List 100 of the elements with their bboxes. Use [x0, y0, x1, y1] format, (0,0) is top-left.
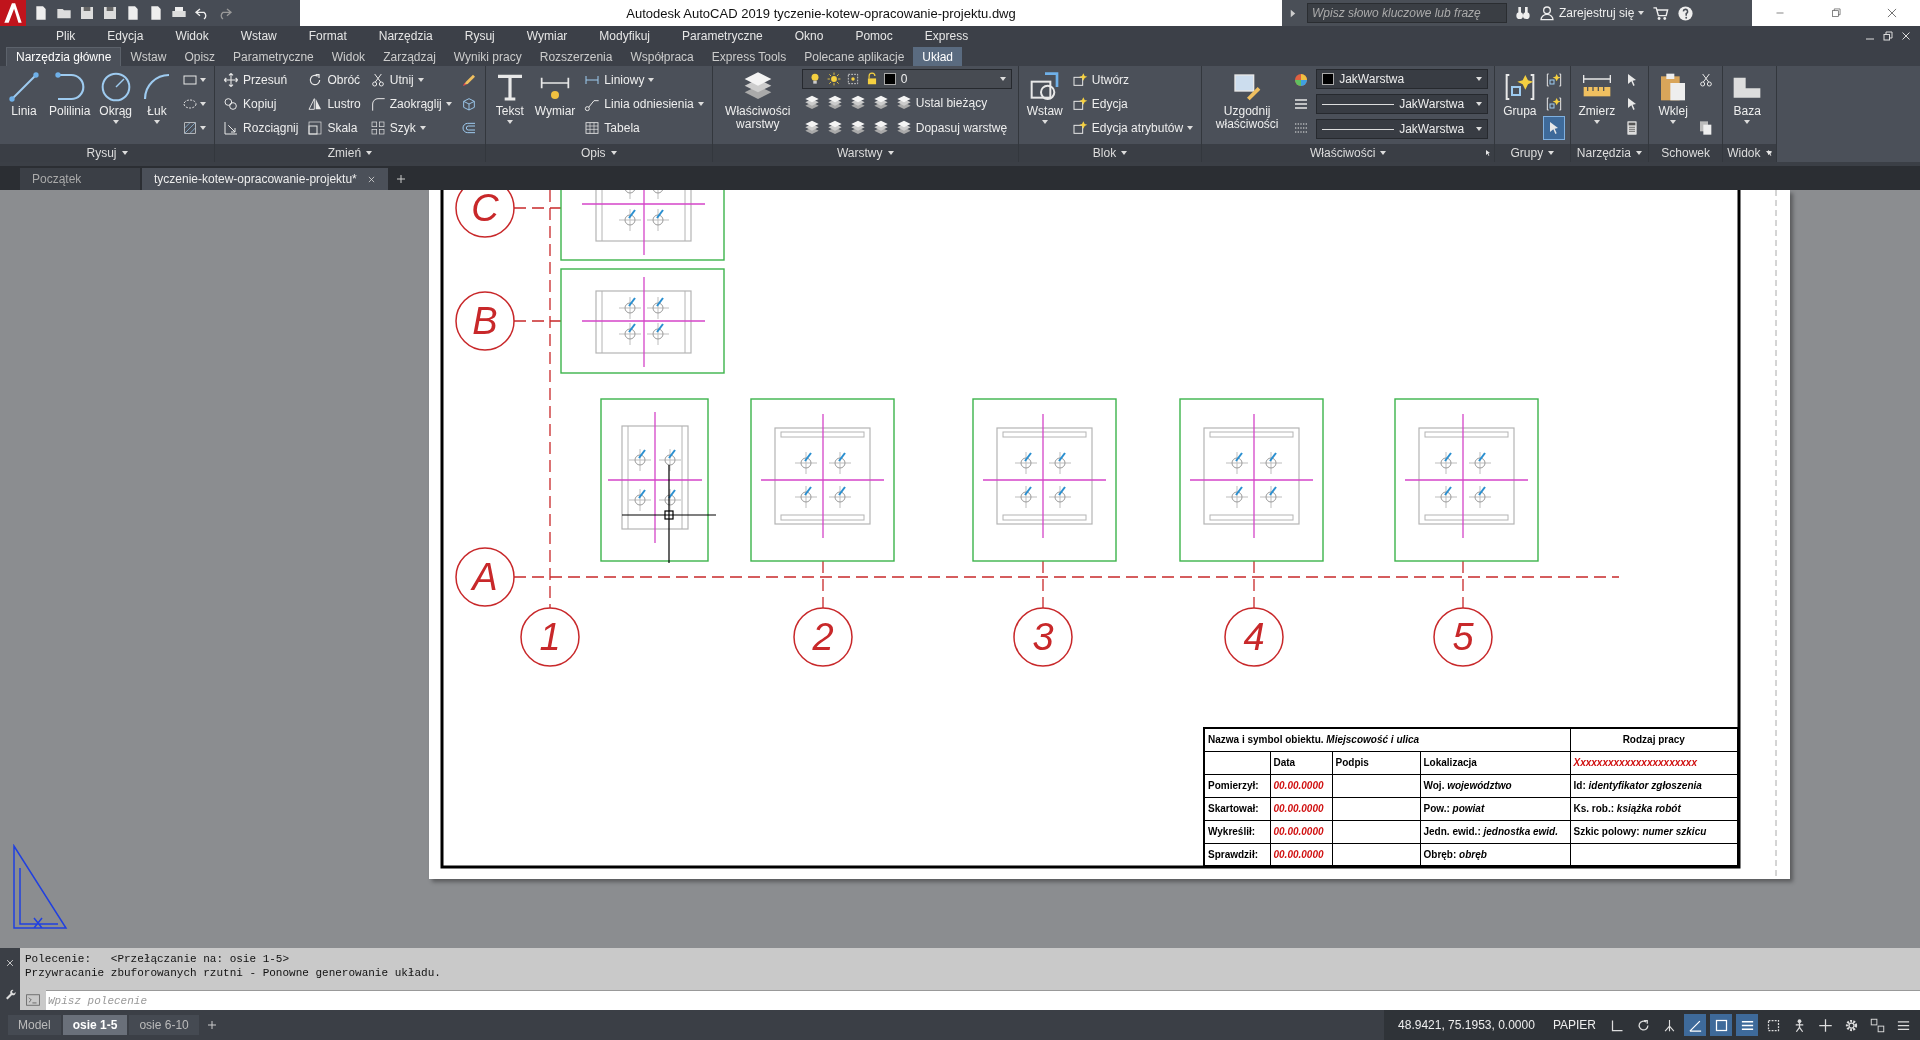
ribbon-button[interactable]: Edycja: [1069, 93, 1196, 115]
ribbon-tab[interactable]: Układ: [913, 47, 963, 66]
circle-icon: [99, 71, 132, 103]
document-tab[interactable]: tyczenie-kotew-opracowanie-projektu*: [142, 168, 388, 190]
ribbon-button[interactable]: Skala: [305, 117, 363, 139]
close-icon[interactable]: [366, 174, 376, 184]
ribbon-tab[interactable]: Parametryczne: [224, 47, 323, 66]
panel-title-button[interactable]: Zmień: [323, 146, 377, 160]
help-icon[interactable]: [1677, 4, 1695, 22]
status-toggle-button[interactable]: [1736, 1014, 1758, 1036]
wrench-icon[interactable]: [4, 988, 16, 1000]
menu-item[interactable]: Wymiar: [510, 29, 584, 43]
close-icon[interactable]: [1900, 30, 1912, 42]
ribbon-button[interactable]: Linia odniesienia: [582, 93, 706, 115]
search-field[interactable]: Wpisz słowo kluczowe lub frazę: [1307, 3, 1507, 23]
ribbon-tab[interactable]: Polecane aplikacje: [795, 47, 914, 66]
prompt-icon[interactable]: [26, 993, 40, 1007]
table-cell: Wykreślił:: [1204, 820, 1270, 843]
ribbon-button[interactable]: Ustal bieżący: [893, 92, 990, 114]
menu-item[interactable]: Format: [292, 29, 363, 43]
ribbon-button[interactable]: Wymiar: [532, 69, 578, 118]
menu-item[interactable]: Pomoc: [839, 29, 909, 43]
page-icon[interactable]: [125, 5, 141, 21]
menu-item[interactable]: Edycja: [91, 29, 160, 43]
ribbon-button[interactable]: Właściwości warstwy: [718, 69, 797, 131]
menu-item[interactable]: Okno: [778, 29, 840, 43]
sign-in-button[interactable]: Zarejestruj się: [1539, 5, 1645, 21]
menu-item[interactable]: Rysuj: [448, 29, 511, 43]
ribbon-button[interactable]: Zmierz: [1576, 69, 1618, 124]
panel-title-button[interactable]: Właściwości: [1306, 146, 1391, 160]
status-toggle-button[interactable]: [1684, 1014, 1706, 1036]
space-toggle-button[interactable]: PAPIER: [1546, 1018, 1602, 1032]
cart-icon[interactable]: [1652, 4, 1670, 22]
ribbon-button[interactable]: Utwórz: [1069, 69, 1196, 91]
menu-item[interactable]: Widok: [159, 29, 225, 43]
ribbon-tab[interactable]: Opisz: [175, 47, 225, 66]
panel-title-button[interactable]: Blok: [1088, 146, 1132, 160]
ribbon-tab[interactable]: Rozszerzenia: [530, 47, 622, 66]
ribbon-tab[interactable]: Widok: [322, 47, 375, 66]
menu-item[interactable]: Express: [908, 29, 985, 43]
ribbon-button[interactable]: Szyk: [367, 117, 454, 139]
ribbon-icon-button[interactable]: [1543, 117, 1564, 139]
ribbon-button[interactable]: Polilinia: [47, 69, 93, 118]
ribbon-button[interactable]: Dopasuj warstwę: [893, 117, 1010, 139]
restore-icon[interactable]: [1882, 30, 1894, 42]
command-input-field[interactable]: Wpisz polecenie: [46, 990, 1920, 1010]
ribbon-button[interactable]: Rozciągnij: [221, 117, 301, 139]
ribbon-button[interactable]: Okrąg: [97, 69, 135, 124]
ribbon-button[interactable]: Liniowy: [582, 69, 706, 91]
panel-title-button[interactable]: Schowek: [1657, 146, 1715, 160]
ribbon-button[interactable]: Obróć: [305, 69, 363, 91]
ribbon-tab[interactable]: Współpraca: [621, 47, 703, 66]
ribbon-button[interactable]: Utnij: [367, 69, 454, 91]
panel-title-button[interactable]: Narzędzia: [1572, 146, 1646, 160]
binoculars-icon[interactable]: [1515, 5, 1531, 21]
ribbon-tab[interactable]: Express Tools: [702, 47, 796, 66]
menu-item[interactable]: Plik: [40, 29, 92, 43]
panel-title-button[interactable]: Warstwy: [833, 146, 898, 160]
dialog-launcher-icon[interactable]: [1765, 149, 1774, 157]
color-dropdown[interactable]: JakWarstwa: [1316, 69, 1489, 89]
ribbon-button[interactable]: Grupa: [1501, 69, 1539, 118]
ribbon-button[interactable]: Zaokrąglij: [367, 93, 454, 115]
panel-title-button[interactable]: Grupy: [1506, 146, 1559, 160]
ribbon-button[interactable]: Baza: [1729, 69, 1766, 124]
caret-icon: [1121, 151, 1128, 155]
ribbon-tab[interactable]: Wyniki pracy: [444, 47, 531, 66]
menu-item[interactable]: Parametryczne: [666, 29, 779, 43]
page-icon[interactable]: [33, 5, 49, 21]
layout-tab[interactable]: Model: [8, 1015, 61, 1035]
app-logo-icon[interactable]: [0, 0, 26, 26]
coordinates-readout: 48.9421, 75.1953, 0.0000: [1397, 1018, 1536, 1032]
line-dropdown[interactable]: JakWarstwa: [1316, 94, 1489, 114]
ribbon-button[interactable]: Przesuń: [221, 69, 301, 91]
ribbon-button[interactable]: Lustro: [305, 93, 363, 115]
ribbon-tab[interactable]: Wstaw: [121, 47, 176, 66]
ribbon-button[interactable]: Wklej: [1655, 69, 1692, 124]
menu-item[interactable]: Wstaw: [224, 29, 293, 43]
page-icon[interactable]: [148, 5, 164, 21]
document-tab[interactable]: Początek: [20, 168, 140, 190]
menu-item[interactable]: Narzędzia: [362, 29, 449, 43]
ribbon-button[interactable]: Tabela: [582, 117, 706, 139]
layout-tab[interactable]: osie 6-10: [129, 1015, 199, 1035]
menu-item[interactable]: Modyfikuj: [583, 29, 667, 43]
line-dropdown[interactable]: JakWarstwa: [1316, 119, 1489, 139]
ribbon-tab[interactable]: Narzędzia główne: [6, 47, 122, 66]
panel-title-button[interactable]: Rysuj: [82, 146, 132, 160]
ribbon-tab[interactable]: Zarządzaj: [374, 47, 445, 66]
ribbon-button[interactable]: Łuk: [139, 69, 176, 124]
ribbon-button[interactable]: Kopiuj: [221, 93, 301, 115]
layout-tab[interactable]: osie 1-5: [62, 1015, 128, 1035]
pencil-icon: [460, 72, 477, 88]
layer-dropdown[interactable]: 0: [801, 69, 1012, 89]
status-toggle-button[interactable]: [1710, 1014, 1732, 1036]
ribbon-button[interactable]: Linia: [6, 69, 42, 118]
close-icon[interactable]: [5, 958, 15, 968]
ribbon-button[interactable]: Wstaw: [1024, 69, 1065, 124]
ribbon-button[interactable]: Uzgodnij właściwości: [1208, 69, 1287, 131]
panel-title-button[interactable]: Opis: [576, 146, 621, 160]
ribbon-button[interactable]: Edycja atrybutów: [1069, 117, 1196, 139]
ribbon-button[interactable]: Tekst: [491, 69, 528, 124]
